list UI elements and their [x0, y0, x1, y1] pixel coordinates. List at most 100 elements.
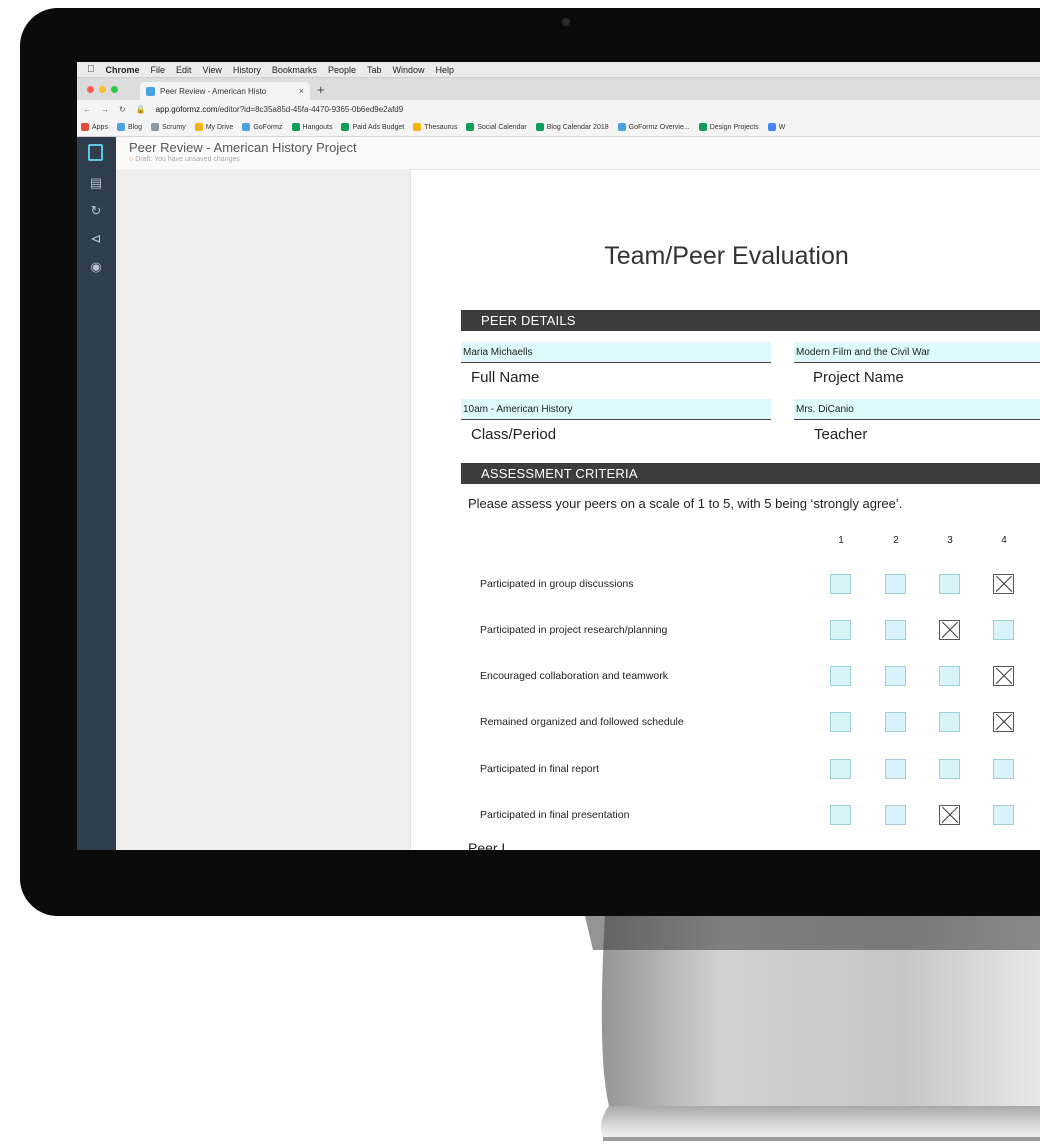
scale-col-1: 1: [838, 535, 844, 546]
bookmark-design-projects[interactable]: Design Projects: [698, 123, 759, 131]
minimize-window-button[interactable]: [99, 86, 106, 93]
rating-checkbox-4[interactable]: [993, 574, 1014, 594]
menu-bookmarks[interactable]: Bookmarks: [272, 65, 317, 75]
monitor-chin: [20, 850, 1040, 916]
monitor-screen:  Chrome File Edit View History Bookmark…: [77, 62, 1040, 850]
bookmark-paid-ads-budget[interactable]: Paid Ads Budget: [341, 123, 404, 131]
share-icon[interactable]: ⊲: [87, 231, 105, 246]
tab-close-icon[interactable]: ×: [299, 86, 304, 96]
bookmark-hangouts[interactable]: Hangouts: [291, 123, 332, 131]
bookmark-blog[interactable]: Blog: [116, 123, 142, 131]
apple-icon[interactable]: : [87, 64, 95, 75]
rating-checkbox-3[interactable]: [939, 805, 960, 825]
bookmark-scrumy[interactable]: Scrumy: [150, 123, 186, 131]
rating-checkbox-1[interactable]: [830, 666, 851, 686]
new-tab-button[interactable]: +: [317, 82, 325, 97]
bookmark-thesaurus[interactable]: Thesaurus: [413, 123, 457, 131]
scale-col-3: 3: [947, 535, 953, 546]
lock-icon: 🔒: [135, 104, 146, 114]
menu-help[interactable]: Help: [436, 65, 455, 75]
bookmark-label: My Drive: [205, 123, 234, 131]
maximize-window-button[interactable]: [111, 86, 118, 93]
rating-checkbox-1[interactable]: [830, 759, 851, 779]
form-title: Team/Peer Evaluation: [604, 242, 849, 270]
left-tool-rail: ▤ ↻ ⊲ ◉: [77, 169, 116, 850]
rating-checkbox-2[interactable]: [885, 666, 906, 686]
criterion-label: Participated in final presentation: [480, 809, 630, 821]
rating-checkbox-4[interactable]: [993, 666, 1014, 686]
goformz-icon: [242, 123, 251, 131]
bookmark-goformz-overview[interactable]: GoFormz Overvie...: [617, 123, 690, 131]
assessment-instructions: Please assess your peers on a scale of 1…: [468, 496, 903, 511]
rating-checkbox-4[interactable]: [993, 620, 1014, 640]
reload-icon[interactable]: ↻: [119, 105, 126, 114]
rating-checkbox-1[interactable]: [830, 620, 851, 640]
url-host: app.goformz.com: [155, 104, 218, 114]
rating-checkbox-2[interactable]: [885, 620, 906, 640]
document-title[interactable]: Peer Review - American History Project: [129, 140, 357, 155]
back-icon[interactable]: ←: [83, 105, 91, 114]
goformz-icon: [617, 123, 626, 131]
bookmark-blog-calendar[interactable]: Blog Calendar 2018: [535, 123, 609, 131]
bookmark-goformz[interactable]: GoFormz: [242, 123, 283, 131]
menu-app-name[interactable]: Chrome: [106, 65, 140, 75]
criterion-label: Participated in group discussions: [480, 578, 634, 590]
bookmark-label: Scrumy: [161, 123, 186, 131]
rating-checkbox-3[interactable]: [939, 574, 960, 594]
menu-history[interactable]: History: [233, 65, 261, 75]
bookmark-my-drive[interactable]: My Drive: [194, 123, 234, 131]
menu-tab[interactable]: Tab: [367, 65, 382, 75]
rating-checkbox-3[interactable]: [939, 712, 960, 732]
bookmark-apps[interactable]: Apps: [81, 123, 108, 131]
menu-view[interactable]: View: [203, 65, 222, 75]
bookmark-label: Apps: [92, 123, 108, 131]
rating-checkbox-1[interactable]: [830, 712, 851, 732]
goformz-favicon-icon: [146, 86, 155, 96]
rating-checkbox-2[interactable]: [885, 574, 906, 594]
menu-people[interactable]: People: [328, 65, 356, 75]
rating-checkbox-3[interactable]: [939, 759, 960, 779]
close-window-button[interactable]: [87, 86, 94, 93]
mac-menu-bar:  Chrome File Edit View History Bookmark…: [77, 62, 1040, 78]
url-field[interactable]: app.goformz.com/editor?id=8c35a85d-45fa-…: [156, 105, 404, 114]
bookmark-w[interactable]: W: [767, 123, 785, 131]
app-header: Peer Review - American History Project ○…: [77, 137, 1040, 170]
forward-icon[interactable]: →: [101, 105, 109, 114]
tag-icon[interactable]: ◉: [87, 259, 105, 274]
sheets-icon: [535, 123, 544, 131]
canvas-margin: [116, 169, 411, 850]
scale-col-4: 4: [1001, 535, 1007, 546]
hangouts-icon: [291, 123, 300, 131]
sheets-icon: [341, 123, 350, 131]
rating-checkbox-2[interactable]: [885, 712, 906, 732]
class-period-field[interactable]: 10am - American History: [461, 399, 771, 420]
browser-tab[interactable]: Peer Review - American Histo ×: [140, 82, 310, 100]
menu-window[interactable]: Window: [392, 65, 424, 75]
teacher-field[interactable]: Mrs. DiCanio: [794, 399, 1040, 420]
rating-checkbox-2[interactable]: [885, 805, 906, 825]
rating-checkbox-4[interactable]: [993, 712, 1014, 732]
draft-status: ○ Draft: You have unsaved changes: [129, 156, 240, 163]
goformz-logo[interactable]: [77, 137, 116, 169]
url-path: /editor?id=8c35a85d-45fa-4470-9365-0b6ed…: [217, 104, 404, 114]
rating-checkbox-3[interactable]: [939, 666, 960, 686]
rating-checkbox-3[interactable]: [939, 620, 960, 640]
rating-checkbox-2[interactable]: [885, 759, 906, 779]
form-list-icon[interactable]: ▤: [87, 175, 105, 190]
project-name-field[interactable]: Modern Film and the Civil War: [794, 342, 1040, 363]
full-name-field[interactable]: Maria Michaells: [461, 342, 771, 363]
menu-edit[interactable]: Edit: [176, 65, 192, 75]
next-section-fragment: Peer L: [468, 840, 510, 850]
rating-checkbox-4[interactable]: [993, 805, 1014, 825]
draft-icon: ○: [129, 156, 134, 163]
menu-file[interactable]: File: [151, 65, 166, 75]
rating-checkbox-4[interactable]: [993, 759, 1014, 779]
assessment-criteria-header: ASSESSMENT CRITERIA: [461, 463, 1040, 484]
thesaurus-icon: [413, 123, 422, 131]
refresh-icon[interactable]: ↻: [87, 203, 105, 218]
rating-checkbox-1[interactable]: [830, 574, 851, 594]
rating-checkbox-1[interactable]: [830, 805, 851, 825]
draft-status-text: Draft: You have unsaved changes: [135, 156, 240, 163]
bookmark-social-calendar[interactable]: Social Calendar: [466, 123, 527, 131]
scale-col-2: 2: [893, 535, 899, 546]
